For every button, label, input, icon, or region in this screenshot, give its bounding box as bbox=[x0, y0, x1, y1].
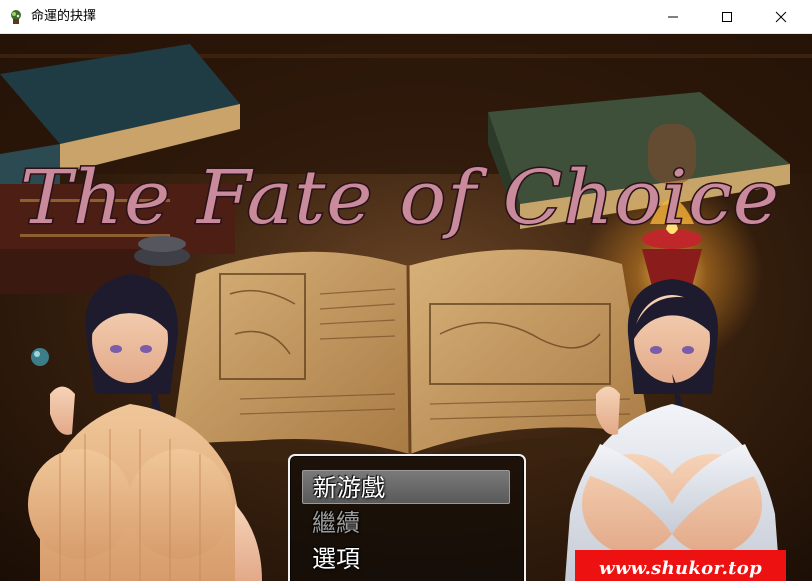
open-book bbox=[140, 249, 660, 479]
title-menu: 新游戲 繼續 選項 bbox=[288, 454, 526, 581]
menu-options[interactable]: 選項 bbox=[302, 542, 510, 576]
maximize-icon bbox=[722, 12, 732, 22]
logo-text: The Fate of Choice bbox=[20, 155, 780, 241]
window-title: 命運的抉擇 bbox=[31, 9, 97, 24]
minimize-icon bbox=[668, 16, 678, 18]
menu-new-game[interactable]: 新游戲 bbox=[302, 470, 510, 504]
game-logo: The Fate of Choice bbox=[19, 154, 781, 243]
watermark-banner: www.shukor.top bbox=[575, 550, 786, 581]
title-screen[interactable]: The Fate of Choice 新游戲 繼續 選項 www.shukor.… bbox=[0, 34, 812, 581]
menu-continue[interactable]: 繼續 bbox=[302, 506, 510, 540]
maximize-button[interactable] bbox=[704, 0, 750, 33]
close-button[interactable] bbox=[758, 0, 804, 33]
game-app-icon bbox=[11, 10, 21, 24]
title-bar: 命運的抉擇 bbox=[0, 0, 812, 34]
minimize-button[interactable] bbox=[650, 0, 696, 33]
close-icon bbox=[775, 11, 787, 23]
game-window: 命運的抉擇 The Fate of Choice 新游戲 繼續 選項 www.s… bbox=[0, 0, 812, 581]
